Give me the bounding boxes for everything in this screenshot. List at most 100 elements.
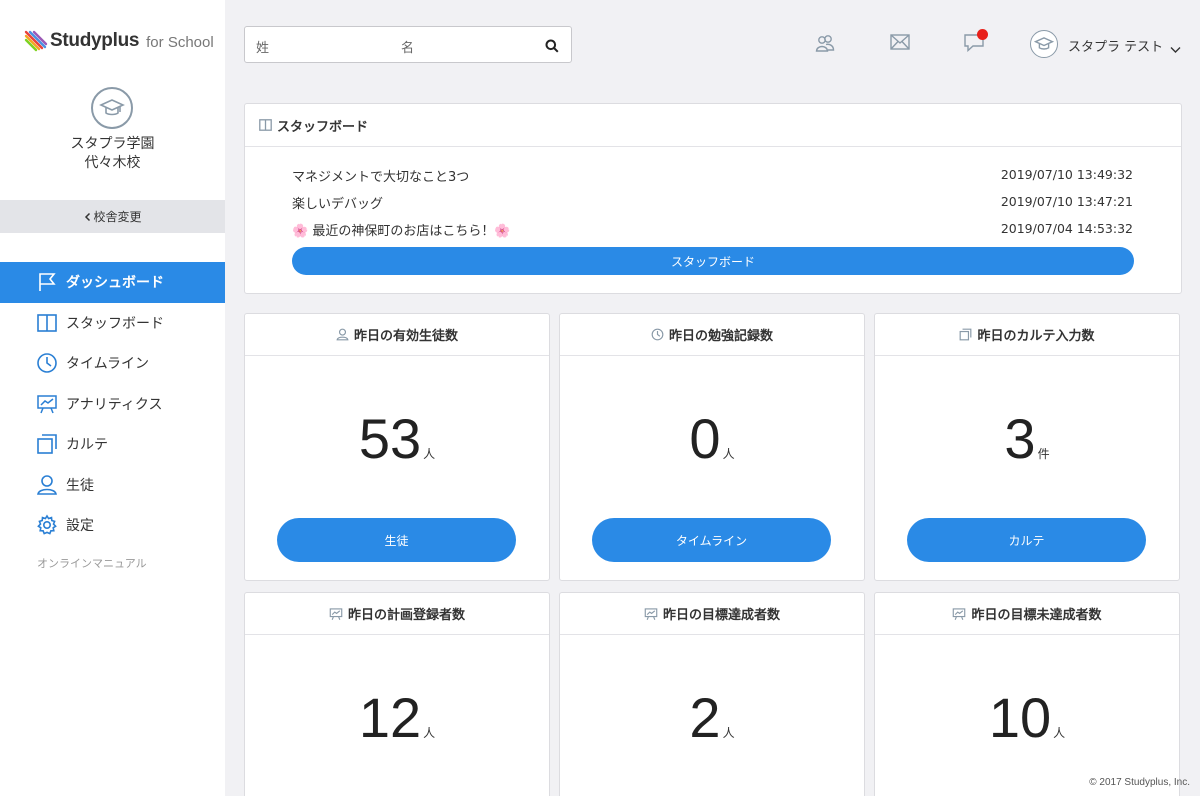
card-header: 昨日の計画登録者数 (245, 593, 549, 635)
sidebar-item-label: ダッシュボード (66, 275, 164, 292)
logo-stripes-icon (24, 30, 48, 52)
sidebar-item-label: アナリティクス (66, 396, 163, 413)
stat-card-karte-entries: 昨日のカルテ入力数 3件 カルテ (874, 313, 1180, 581)
sidebar-item-label: 生徒 (66, 477, 94, 494)
clock-icon (651, 328, 664, 341)
staff-board-header: スタッフボード (245, 104, 1181, 147)
stat-number: 53 (358, 407, 422, 470)
student-search-input[interactable]: 姓 名 (244, 26, 572, 63)
school-switch-label: 校舎変更 (93, 210, 142, 224)
card-header: 昨日の有効生徒数 (245, 314, 549, 356)
sidebar-item-analytics[interactable]: アナリティクス (0, 384, 225, 425)
presentation-icon (952, 607, 966, 621)
sidebar-item-settings[interactable]: 設定 (0, 505, 225, 546)
presentation-icon (329, 607, 343, 621)
card-header: 昨日の目標達成者数 (560, 593, 864, 635)
contacts-icon[interactable] (815, 33, 835, 57)
stat-unit: 人 (423, 726, 436, 740)
board-icon (36, 312, 58, 334)
stat-number: 12 (358, 686, 422, 749)
sidebar-item-label: タイムライン (66, 356, 150, 373)
post-date: 2019/07/10 13:47:21 (1000, 194, 1133, 209)
stat-number: 2 (689, 686, 721, 749)
stat-number: 3 (1004, 407, 1036, 470)
timeline-button[interactable]: タイムライン (592, 518, 831, 562)
post-date: 2019/07/04 14:53:32 (1000, 221, 1133, 236)
chevron-down-icon[interactable] (1170, 39, 1181, 58)
staff-board-panel: スタッフボード マネジメントで大切なこと3つ 2019/07/10 13:49:… (244, 103, 1182, 294)
school-branch: 代々木校 (84, 155, 141, 171)
card-header: 昨日のカルテ入力数 (875, 314, 1179, 356)
card-title: 昨日の勉強記録数 (668, 329, 773, 344)
card-title: 昨日の目標未達成者数 (971, 608, 1102, 623)
user-name[interactable]: スタプラ テスト (1068, 36, 1163, 55)
school-avatar-icon (91, 87, 133, 129)
sidebar-item-students[interactable]: 生徒 (0, 465, 225, 506)
card-title: 昨日の計画登録者数 (347, 608, 465, 623)
card-value: 3件 (875, 409, 1179, 484)
card-header: 昨日の勉強記録数 (560, 314, 864, 356)
presentation-icon (644, 607, 658, 621)
card-title: 昨日のカルテ入力数 (977, 329, 1095, 344)
school-name: スタプラ学園 (70, 136, 155, 152)
karte-button[interactable]: カルテ (907, 518, 1146, 562)
card-value: 12 人 (245, 688, 549, 763)
stat-unit: 人 (1053, 726, 1066, 740)
sidebar-item-karte[interactable]: カルテ (0, 424, 225, 465)
card-title: 昨日の有効生徒数 (353, 329, 458, 344)
sidebar-item-dashboard[interactable]: ダッシュボード (0, 262, 225, 303)
brand-sub: for School (146, 34, 214, 51)
card-title: 昨日の目標達成者数 (662, 608, 780, 623)
card-value: 53 人 (245, 409, 549, 484)
search-icon[interactable] (545, 38, 559, 57)
sidebar-item-label: 設定 (66, 518, 94, 535)
stat-unit: 件 (1037, 447, 1050, 461)
stat-number: 0 (689, 407, 721, 470)
person-icon (36, 474, 58, 496)
students-button[interactable]: 生徒 (277, 518, 516, 562)
copy-icon (959, 328, 972, 341)
user-avatar-icon[interactable] (1030, 30, 1058, 58)
last-name-placeholder: 姓 (256, 41, 270, 56)
copyright: © 2017 Studyplus, Inc. (1089, 777, 1190, 788)
studyplus-logo[interactable]: Studyplus for School (24, 30, 214, 52)
brand-name: Studyplus (50, 30, 140, 51)
clock-icon (36, 352, 58, 374)
sidebar: Studyplus for School スタプラ学園 代々木校 校舎変更 ダッ… (0, 0, 225, 796)
stat-card-active-students: 昨日の有効生徒数 53 人 生徒 (244, 313, 550, 581)
first-name-placeholder: 名 (401, 41, 415, 56)
card-value: 2人 (560, 688, 864, 763)
presentation-icon (36, 393, 58, 415)
online-manual-link[interactable]: オンラインマニュアル (37, 555, 147, 571)
stat-card-goal-achievers: 昨日の目標達成者数 2人 (559, 592, 865, 796)
school-switch-button[interactable]: 校舎変更 (0, 200, 225, 233)
stat-card-study-records: 昨日の勉強記録数 0人 タイムライン (559, 313, 865, 581)
sidebar-item-timeline[interactable]: タイムライン (0, 343, 225, 384)
sidebar-item-label: スタッフボード (66, 315, 164, 332)
stat-unit: 人 (722, 447, 735, 461)
sidebar-nav: ダッシュボード スタッフボード タイムライン アナリティクス カルテ 生徒 設定 (0, 262, 225, 546)
copy-icon (36, 433, 58, 455)
stat-card-goal-non-achievers: 昨日の目標未達成者数 10 人 (874, 592, 1180, 796)
flag-icon (36, 271, 58, 293)
gear-icon (36, 514, 58, 536)
stat-card-plan-registrants: 昨日の計画登録者数 12 人 (244, 592, 550, 796)
sidebar-item-staff-board[interactable]: スタッフボード (0, 303, 225, 344)
post-title[interactable]: マネジメントで大切なこと3つ (292, 166, 469, 185)
post-title[interactable]: 楽しいデバッグ (292, 193, 383, 212)
person-icon (336, 328, 349, 341)
card-value: 0人 (560, 409, 864, 484)
chevron-left-icon (85, 212, 91, 221)
notification-badge (977, 29, 988, 40)
stat-unit: 人 (423, 447, 436, 461)
mail-icon[interactable] (890, 34, 910, 54)
stat-unit: 人 (722, 726, 735, 740)
staff-board-title: スタッフボード (277, 119, 369, 135)
card-value: 10 人 (875, 688, 1179, 763)
board-icon (259, 119, 272, 131)
stat-number: 10 (988, 686, 1052, 749)
sidebar-item-label: カルテ (66, 437, 108, 454)
staff-board-button[interactable]: スタッフボード (292, 247, 1134, 275)
post-title[interactable]: 🌸 最近の神保町のお店はこちら！🌸 (292, 220, 511, 239)
post-date: 2019/07/10 13:49:32 (1000, 167, 1133, 182)
